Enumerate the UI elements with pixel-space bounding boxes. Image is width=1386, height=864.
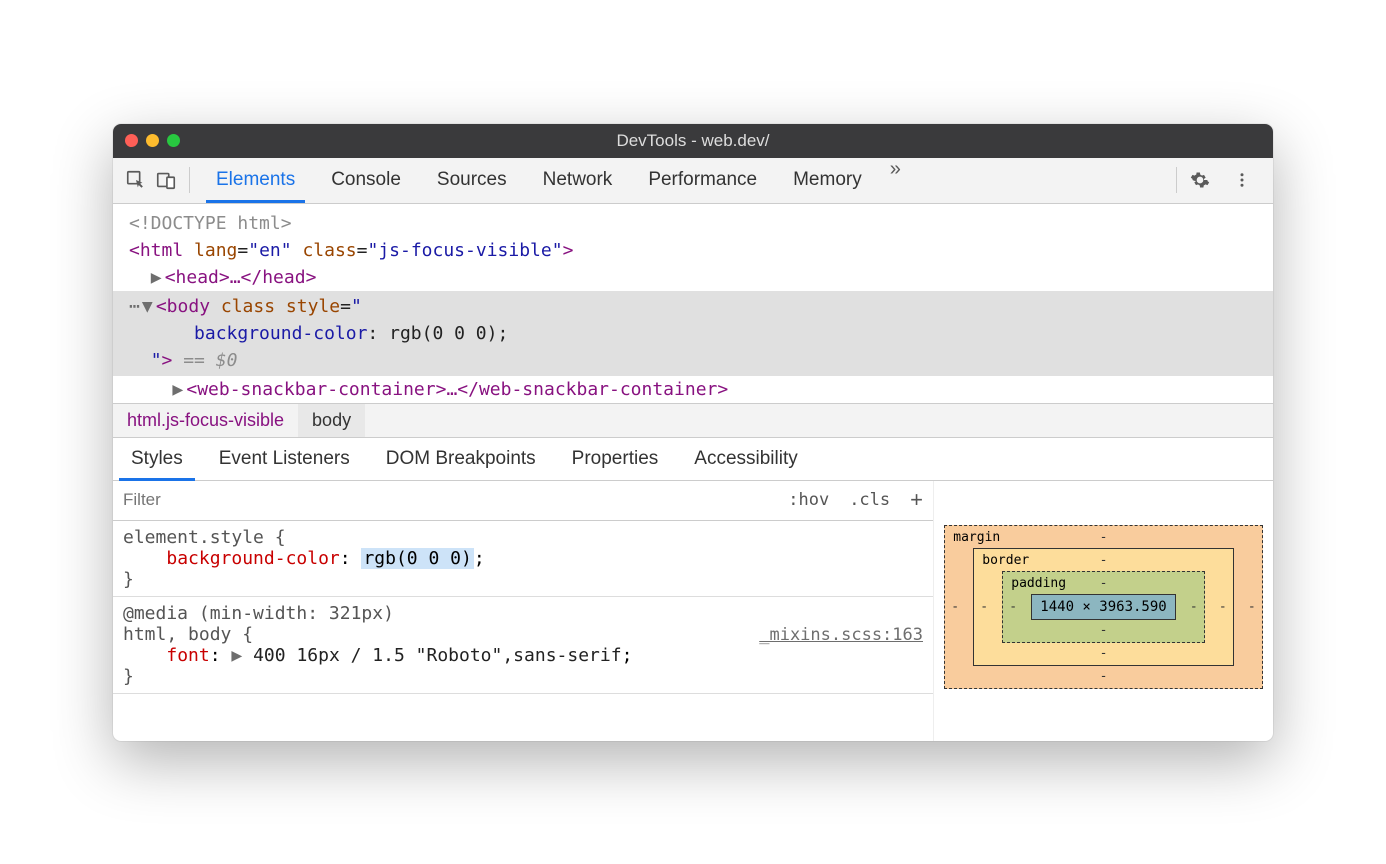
maximize-window-button[interactable] [167,134,180,147]
breadcrumb-body[interactable]: body [298,404,365,437]
toolbar-divider [189,167,190,193]
hov-toggle[interactable]: :hov [778,490,839,510]
settings-gear-icon[interactable] [1185,165,1215,195]
dom-doctype[interactable]: <!DOCTYPE html> [113,210,1273,237]
dom-body-selected[interactable]: ⋯▼<body class style=" background-color: … [113,291,1273,376]
box-content[interactable]: 1440 × 3963.590 [1031,594,1175,620]
toolbar-divider [1176,167,1177,193]
styles-rules: :hov .cls + element.style { background-c… [113,481,933,741]
devtools-window: DevTools - web.dev/ Elements Console Sou… [113,124,1273,741]
dom-snackbar[interactable]: ▶<web-snackbar-container>…</web-snackbar… [113,376,1273,403]
source-link[interactable]: _mixins.scss:163 [759,625,923,645]
box-border[interactable]: border - - - - padding - - - - 1440 × 39… [973,548,1233,666]
box-model: margin - - - - border - - - - padding - [933,481,1273,741]
box-margin[interactable]: margin - - - - border - - - - padding - [944,525,1262,689]
tab-memory[interactable]: Memory [775,158,880,203]
main-toolbar: Elements Console Sources Network Perform… [113,158,1273,204]
window-title: DevTools - web.dev/ [113,131,1273,151]
new-style-rule-icon[interactable]: + [900,487,933,513]
collapse-arrow-icon[interactable]: ▼ [142,293,156,320]
dom-head[interactable]: ▶<head>…</head> [113,264,1273,291]
styles-panel: :hov .cls + element.style { background-c… [113,481,1273,741]
close-window-button[interactable] [125,134,138,147]
stab-event-listeners[interactable]: Event Listeners [201,438,368,480]
panel-tabs: Elements Console Sources Network Perform… [198,158,1168,203]
device-toolbar-icon[interactable] [151,165,181,195]
stab-styles[interactable]: Styles [113,438,201,480]
styles-tabbar: Styles Event Listeners DOM Breakpoints P… [113,437,1273,481]
cls-toggle[interactable]: .cls [839,490,900,510]
styles-filterbar: :hov .cls + [113,481,933,521]
dom-html-open[interactable]: <html lang="en" class="js-focus-visible"… [113,237,1273,264]
styles-filter-input[interactable] [113,490,778,510]
tab-sources[interactable]: Sources [419,158,525,203]
tab-console[interactable]: Console [313,158,419,203]
stab-properties[interactable]: Properties [554,438,677,480]
traffic-lights [125,134,180,147]
minimize-window-button[interactable] [146,134,159,147]
rule-media[interactable]: @media (min-width: 321px) html, body { _… [113,597,933,694]
tab-elements[interactable]: Elements [198,158,313,203]
dom-tree[interactable]: <!DOCTYPE html> <html lang="en" class="j… [113,204,1273,403]
toolbar-right [1185,165,1265,195]
stab-accessibility[interactable]: Accessibility [676,438,815,480]
breadcrumb-bar: html.js-focus-visible body [113,403,1273,437]
expand-arrow-icon[interactable]: ▶ [172,376,186,403]
breadcrumb-html[interactable]: html.js-focus-visible [113,404,298,437]
more-tabs-icon[interactable]: » [880,158,911,203]
rule-element-style[interactable]: element.style { background-color: rgb(0 … [113,521,933,597]
kebab-menu-icon[interactable] [1227,165,1257,195]
color-value-highlight[interactable]: rgb(0 0 0) [361,548,473,569]
expand-arrow-icon[interactable]: ▶ [151,264,165,291]
stab-dom-breakpoints[interactable]: DOM Breakpoints [368,438,554,480]
inspect-element-icon[interactable] [121,165,151,195]
expand-shorthand-icon[interactable]: ▶ [231,645,242,666]
ellipsis-icon[interactable]: ⋯ [129,296,142,317]
tab-performance[interactable]: Performance [630,158,775,203]
box-padding[interactable]: padding - - - - 1440 × 3963.590 [1002,571,1204,643]
tab-network[interactable]: Network [525,158,631,203]
titlebar: DevTools - web.dev/ [113,124,1273,158]
